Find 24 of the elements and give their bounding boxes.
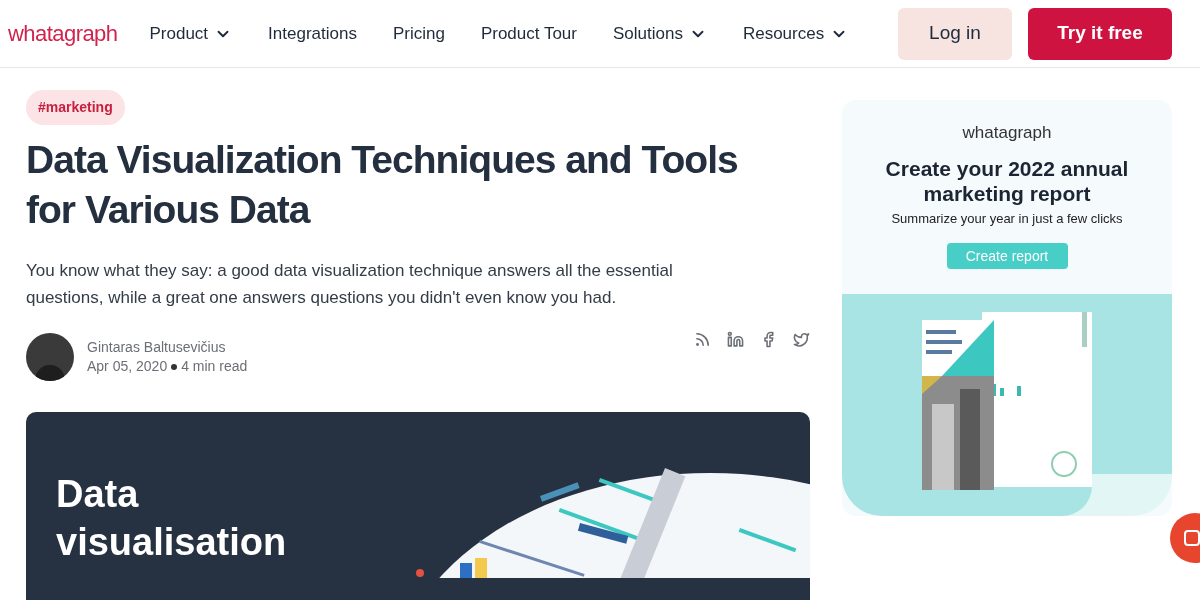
nav-link[interactable]: Pricing (392, 20, 445, 47)
nav-link[interactable]: Product (149, 20, 233, 47)
ad-logo: whatagraph (962, 122, 1052, 144)
tag[interactable]: #marketing (26, 90, 125, 125)
twitter-icon[interactable] (793, 331, 810, 348)
article-lead: You know what they say: a good data visualization technique answers all the essential questions, while a great one answers questions you didn't even know you had. (26, 260, 674, 309)
nav-link[interactable]: Resources (742, 20, 849, 47)
reading-time: 4 min read (181, 357, 248, 376)
nav-link[interactable]: Integrations (268, 20, 357, 47)
linkedin-icon[interactable] (727, 331, 744, 348)
author-name[interactable]: Gintaras Baltusevičius (87, 338, 248, 357)
chat-icon (1184, 530, 1200, 546)
nav-link[interactable]: Product Tour (480, 20, 577, 47)
article-title: Data Visualization Techniques and Tools for Various Data (26, 137, 739, 233)
hero-heading: Data visualisation (55, 472, 288, 565)
rss-icon[interactable] (694, 331, 711, 348)
ad-title: Create your 2022 annual marketing report (884, 155, 1130, 206)
author-avatar (26, 333, 74, 381)
publish-date: Apr 05, 2020 (87, 357, 168, 376)
ad-subtitle: Summarize your year in just a few clicks (891, 209, 1123, 228)
nav-link[interactable]: Solutions (612, 20, 707, 47)
try-free-button[interactable]: Try it free (1028, 7, 1172, 60)
login-button[interactable]: Log in (898, 7, 1012, 60)
logo[interactable]: whatagraph (8, 17, 118, 50)
